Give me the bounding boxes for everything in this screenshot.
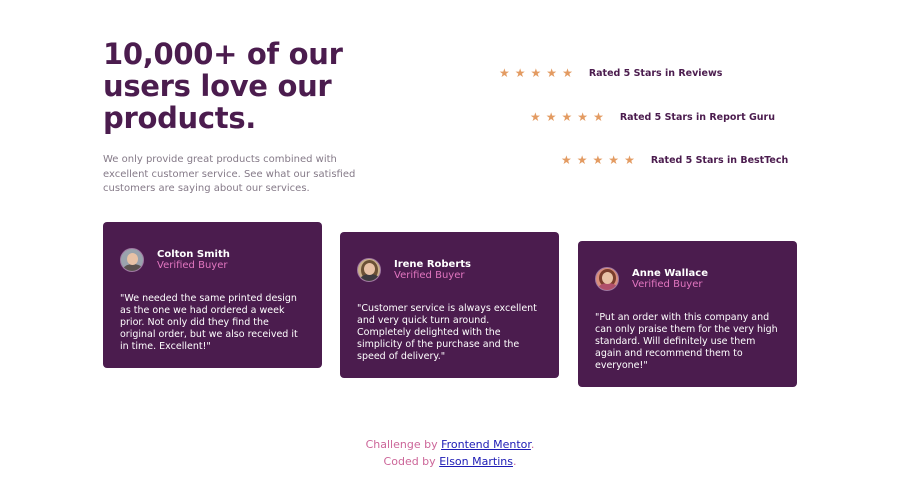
attribution-period: . (512, 455, 517, 468)
star-icon: ★ (514, 66, 526, 80)
attribution-author: Coded by Elson Martins. (0, 453, 900, 470)
reviewer-role: Verified Buyer (157, 260, 228, 271)
star-rating: ★ ★ ★ ★ ★ (561, 154, 635, 166)
testimonial-quote: "Put an order with this company and can … (595, 312, 778, 371)
reviewer-role: Verified Buyer (394, 270, 465, 281)
rating-report-guru: ★ ★ ★ ★ ★ Rated 5 Stars in Report Guru (530, 109, 775, 125)
rating-label: Rated 5 Stars in Report Guru (619, 111, 775, 123)
star-icon: ★ (577, 110, 589, 124)
rating-label: Rated 5 Stars in BestTech (650, 154, 789, 166)
frontend-mentor-link[interactable]: Frontend Mentor (441, 438, 531, 451)
author-link[interactable]: Elson Martins (439, 455, 513, 468)
avatar (595, 267, 619, 291)
avatar (357, 258, 381, 282)
attribution-period: . (530, 438, 535, 451)
star-rating: ★ ★ ★ ★ ★ (530, 111, 604, 123)
star-icon: ★ (530, 66, 542, 80)
rating-label: Rated 5 Stars in Reviews (588, 67, 723, 79)
reviewer-role: Verified Buyer (632, 279, 703, 290)
reviewer-name: Irene Roberts (394, 259, 471, 270)
star-rating: ★ ★ ★ ★ ★ (499, 67, 573, 79)
star-icon: ★ (530, 110, 541, 124)
star-icon: ★ (592, 153, 604, 167)
testimonial-header: Irene Roberts Verified Buyer (357, 258, 542, 282)
testimonial-card: Colton Smith Verified Buyer "We needed t… (103, 222, 322, 368)
star-icon: ★ (561, 153, 572, 167)
rating-besttech: ★ ★ ★ ★ ★ Rated 5 Stars in BestTech (561, 152, 788, 168)
testimonial-quote: "Customer service is always excellent an… (357, 303, 537, 362)
testimonial-card: Irene Roberts Verified Buyer "Customer s… (340, 232, 559, 378)
attribution-text: Coded by (383, 455, 436, 468)
hero-title: 10,000+ of our users love our products. (103, 37, 343, 135)
star-icon: ★ (499, 66, 510, 80)
rating-reviews: ★ ★ ★ ★ ★ Rated 5 Stars in Reviews (499, 65, 722, 81)
attribution-challenge: Challenge by Frontend Mentor. (0, 436, 900, 453)
star-icon: ★ (561, 110, 573, 124)
testimonial-quote: "We needed the same printed design as th… (120, 293, 298, 352)
star-icon: ★ (576, 153, 588, 167)
attribution-text: Challenge by (365, 438, 438, 451)
reviewer-name: Anne Wallace (632, 268, 708, 279)
star-icon: ★ (624, 153, 635, 167)
reviewer-name: Colton Smith (157, 249, 230, 260)
testimonial-card: Anne Wallace Verified Buyer "Put an orde… (578, 241, 797, 387)
avatar (120, 248, 144, 272)
star-icon: ★ (593, 110, 604, 124)
hero-description: We only provide great products combined … (103, 154, 356, 194)
star-icon: ★ (546, 66, 558, 80)
testimonial-header: Anne Wallace Verified Buyer (595, 267, 780, 291)
star-icon: ★ (608, 153, 620, 167)
testimonial-header: Colton Smith Verified Buyer (120, 248, 305, 272)
star-icon: ★ (545, 110, 557, 124)
star-icon: ★ (562, 66, 573, 80)
